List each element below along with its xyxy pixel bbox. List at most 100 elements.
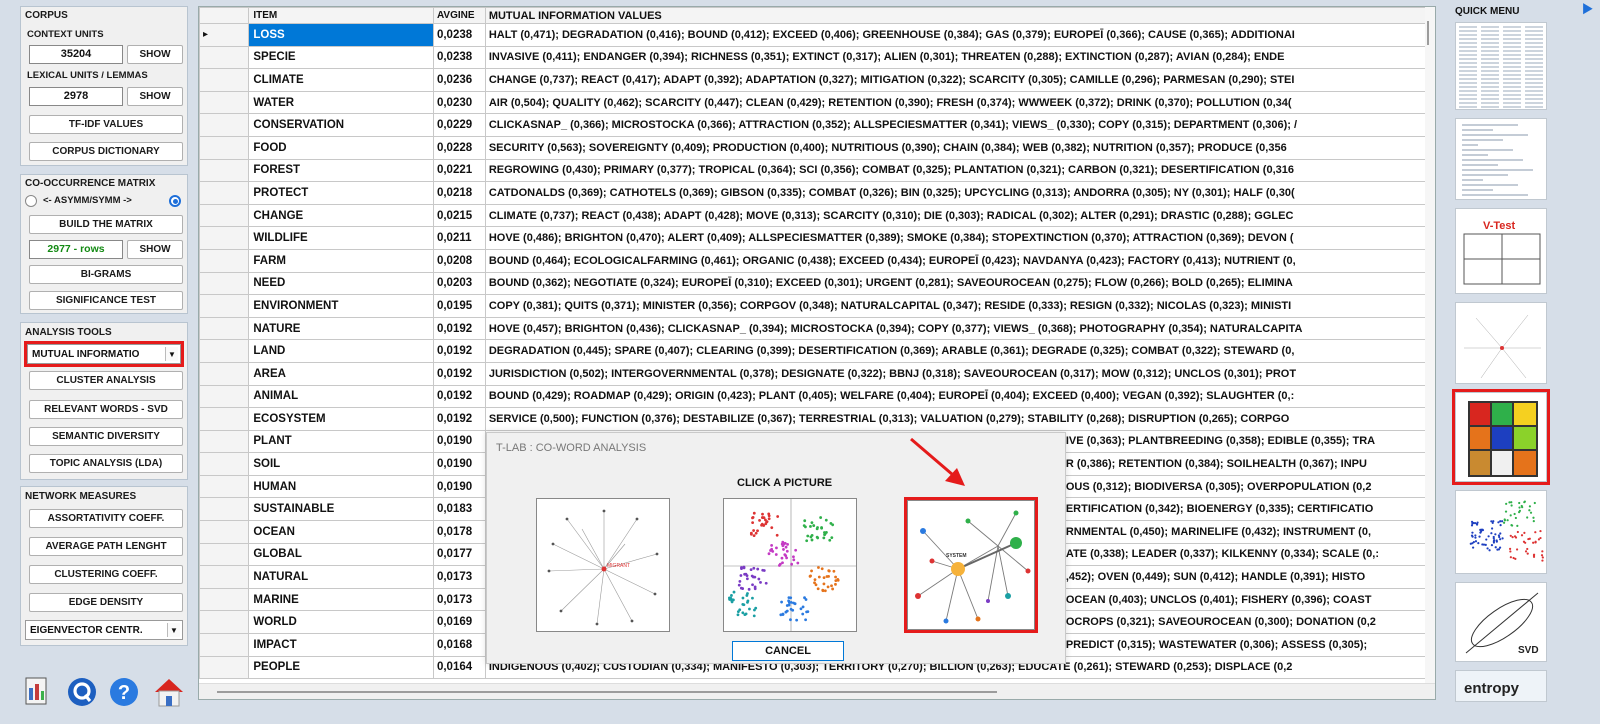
- mi-values-cell[interactable]: CATDONALDS (0,369); CATHOTELS (0,369); G…: [484, 181, 1436, 205]
- row-selector[interactable]: [198, 474, 250, 499]
- avg-cell[interactable]: 0,0192: [432, 339, 486, 363]
- horizontal-scrollbar[interactable]: [199, 683, 1435, 699]
- tfidf-button[interactable]: TF-IDF VALUES: [29, 115, 183, 134]
- mi-values-cell[interactable]: SERVICE (0,500); FUNCTION (0,376); DESTA…: [484, 407, 1436, 431]
- edge-density-button[interactable]: EDGE DENSITY: [29, 593, 183, 612]
- table-row[interactable]: CLIMATE 0,0236 CHANGE (0,737); REACT (0,41…: [198, 68, 1436, 92]
- item-cell[interactable]: WILDLIFE: [248, 226, 434, 250]
- row-selector[interactable]: [198, 407, 250, 431]
- item-cell[interactable]: WATER: [248, 90, 434, 115]
- home-icon[interactable]: [152, 676, 186, 710]
- avg-cell[interactable]: 0,0215: [432, 203, 486, 228]
- row-selector[interactable]: [198, 565, 250, 589]
- table-row[interactable]: ANIMAL 0,0192 BOUND (0,429); ROADMAP (0,42…: [198, 384, 1436, 409]
- avg-cell[interactable]: 0,0236: [432, 68, 486, 92]
- avg-cell[interactable]: 0,0178: [432, 520, 486, 544]
- row-selector[interactable]: [198, 203, 250, 228]
- semantic-diversity-button[interactable]: SEMANTIC DIVERSITY: [29, 427, 183, 446]
- vertical-scrollbar[interactable]: [1425, 7, 1435, 685]
- row-selector[interactable]: [198, 361, 250, 386]
- analysis-tool-select[interactable]: MUTUAL INFORMATIO ▼: [24, 341, 184, 367]
- row-selector[interactable]: [198, 316, 250, 341]
- item-cell[interactable]: CHANGE: [248, 203, 434, 228]
- asym-radio[interactable]: [25, 195, 37, 207]
- row-selector[interactable]: [198, 520, 250, 544]
- mi-values-cell[interactable]: AIR (0,504); QUALITY (0,462); SCARCITY (…: [484, 90, 1436, 115]
- avg-cell[interactable]: 0,0190: [432, 452, 486, 476]
- avg-cell[interactable]: 0,0228: [432, 135, 486, 160]
- avg-cell[interactable]: 0,0177: [432, 542, 486, 567]
- item-cell[interactable]: NEED: [248, 271, 434, 296]
- quick-menu-vtest-thumbnail[interactable]: V-Test: [1455, 208, 1547, 294]
- row-selector[interactable]: ▸: [198, 23, 250, 47]
- row-selector[interactable]: [198, 384, 250, 409]
- row-selector[interactable]: [198, 452, 250, 476]
- row-selector[interactable]: [198, 633, 250, 657]
- mi-values-cell[interactable]: JURISDICTION (0,502); INTERGOVERNMENTAL …: [484, 361, 1436, 386]
- table-row[interactable]: NATURE 0,0192 HOVE (0,457); BRIGHTON (0,43…: [198, 316, 1436, 341]
- item-cell[interactable]: NATURAL: [248, 565, 434, 589]
- avg-cell[interactable]: 0,0192: [432, 316, 486, 341]
- item-cell[interactable]: PEOPLE: [248, 655, 434, 680]
- cluster-map-picture[interactable]: [723, 498, 857, 632]
- cancel-button[interactable]: CANCEL: [732, 641, 844, 661]
- table-row[interactable]: ECOSYSTEM 0,0192 SERVICE (0,500); FUNCTION…: [198, 407, 1436, 431]
- chevron-down-icon[interactable]: ▼: [167, 623, 180, 637]
- avg-cell[interactable]: 0,0168: [432, 633, 486, 657]
- row-selector[interactable]: [198, 226, 250, 250]
- avg-cell[interactable]: 0,0190: [432, 429, 486, 454]
- column-header-mi[interactable]: MUTUAL INFORMATION VALUES: [484, 7, 1436, 24]
- avg-cell[interactable]: 0,0192: [432, 384, 486, 409]
- item-cell[interactable]: MARINE: [248, 587, 434, 612]
- table-row[interactable]: CONSERVATION 0,0229 CLICKASNAP_ (0,366); M…: [198, 113, 1436, 137]
- table-row[interactable]: CHANGE 0,0215 CLIMATE (0,737); REACT (0,43…: [198, 203, 1436, 228]
- avg-cell[interactable]: 0,0203: [432, 271, 486, 296]
- lexical-units-show-button[interactable]: SHOW: [127, 87, 183, 106]
- table-row[interactable]: ▸ LOSS 0,0238 HALT (0,471); DEGRADATION (0,…: [198, 23, 1436, 47]
- table-row[interactable]: WILDLIFE 0,0211 HOVE (0,486); BRIGHTON (0,…: [198, 226, 1436, 250]
- item-cell[interactable]: FARM: [248, 248, 434, 273]
- table-row[interactable]: AREA 0,0192 JURISDICTION (0,502); INTERGOV…: [198, 361, 1436, 386]
- table-row[interactable]: FOOD 0,0228 SECURITY (0,563); SOVEREIGNTY …: [198, 135, 1436, 160]
- significance-test-button[interactable]: SIGNIFICANCE TEST: [29, 291, 183, 310]
- table-row[interactable]: WATER 0,0230 AIR (0,504); QUALITY (0,462);…: [198, 90, 1436, 115]
- item-cell[interactable]: SPECIE: [248, 45, 434, 70]
- item-cell[interactable]: ECOSYSTEM: [248, 407, 434, 431]
- mi-values-cell[interactable]: HOVE (0,486); BRIGHTON (0,470); ALERT (0…: [484, 226, 1436, 250]
- row-selector[interactable]: [198, 90, 250, 115]
- matrix-show-button[interactable]: SHOW: [127, 240, 183, 259]
- avg-cell[interactable]: 0,0192: [432, 361, 486, 386]
- avg-cell[interactable]: 0,0230: [432, 90, 486, 115]
- table-row[interactable]: FOREST 0,0221 REGROWING (0,430); PRIMARY (…: [198, 158, 1436, 183]
- avg-cell[interactable]: 0,0164: [432, 655, 486, 680]
- row-selector[interactable]: [198, 271, 250, 296]
- row-selector[interactable]: [198, 610, 250, 635]
- row-selector[interactable]: [198, 339, 250, 363]
- row-selector[interactable]: [198, 158, 250, 183]
- table-row[interactable]: FARM 0,0208 BOUND (0,464); ECOLOGICALFARMI…: [198, 248, 1436, 273]
- mi-values-cell[interactable]: HOVE (0,457); BRIGHTON (0,436); CLICKASN…: [484, 316, 1436, 341]
- mi-values-cell[interactable]: COPY (0,381); QUITS (0,371); MINISTER (0…: [484, 294, 1436, 318]
- mi-values-cell[interactable]: REGROWING (0,430); PRIMARY (0,377); TROP…: [484, 158, 1436, 183]
- table-row[interactable]: NEED 0,0203 BOUND (0,362); NEGOTIATE (0,32…: [198, 271, 1436, 296]
- item-cell[interactable]: PLANT: [248, 429, 434, 454]
- avg-cell[interactable]: 0,0211: [432, 226, 486, 250]
- item-cell[interactable]: FOREST: [248, 158, 434, 183]
- mi-values-cell[interactable]: BOUND (0,362); NEGOTIATE (0,324); EUROPE…: [484, 271, 1436, 296]
- row-selector[interactable]: [198, 542, 250, 567]
- table-row[interactable]: ENVIRONMENT 0,0195 COPY (0,381); QUITS (0,…: [198, 294, 1436, 318]
- quick-menu-report-thumbnail[interactable]: [1455, 118, 1547, 200]
- item-cell[interactable]: HUMAN: [248, 474, 434, 499]
- avg-cell[interactable]: 0,0238: [432, 23, 486, 47]
- avg-cell[interactable]: 0,0221: [432, 158, 486, 183]
- item-cell[interactable]: CONSERVATION: [248, 113, 434, 137]
- average-path-button[interactable]: AVERAGE PATH LENGHT: [29, 537, 183, 556]
- scroll-thumb[interactable]: [217, 691, 997, 693]
- row-selector[interactable]: [198, 248, 250, 273]
- mi-values-cell[interactable]: BOUND (0,429); ROADMAP (0,429); ORIGIN (…: [484, 384, 1436, 409]
- clustering-coeff-button[interactable]: CLUSTERING COEFF.: [29, 565, 183, 584]
- quick-menu-table-thumbnail[interactable]: [1455, 22, 1547, 110]
- mi-values-cell[interactable]: HALT (0,471); DEGRADATION (0,416); BOUND…: [484, 23, 1436, 47]
- avg-cell[interactable]: 0,0183: [432, 497, 486, 522]
- row-selector[interactable]: [198, 135, 250, 160]
